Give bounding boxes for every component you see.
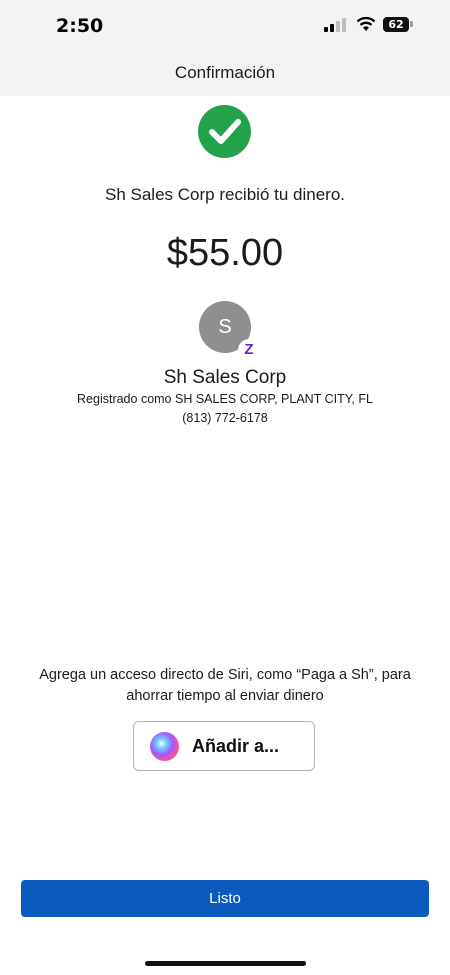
status-bar: 2:50 62: [0, 0, 450, 52]
add-to-siri-label: Añadir a...: [192, 736, 280, 756]
wifi-icon: [356, 16, 376, 31]
battery-icon: 62: [383, 17, 409, 32]
recipient-phone: (813) 772-6178: [182, 411, 268, 425]
battery-tip: [410, 21, 413, 27]
recipient-name: Sh Sales Corp: [163, 367, 287, 388]
checkmark-circle-icon: [198, 105, 251, 158]
recipient-registration: Registrado como SH SALES CORP, PLANT CIT…: [77, 392, 373, 406]
page-title: Confirmación: [174, 63, 276, 82]
siri-icon: [150, 732, 179, 761]
nav-header: Confirmación: [0, 52, 450, 96]
confirmation-message: Sh Sales Corp recibió tu dinero.: [104, 185, 346, 204]
payment-amount: $55.00: [166, 232, 284, 274]
add-to-siri-button[interactable]: Añadir a...: [133, 721, 315, 771]
home-indicator[interactable]: [145, 961, 306, 966]
cellular-signal-icon: [324, 18, 348, 32]
siri-shortcut-prompt: Agrega un acceso directo de Siri, como “…: [39, 667, 411, 704]
done-button[interactable]: Listo: [21, 880, 429, 917]
status-time: 2:50: [56, 15, 104, 37]
zelle-icon: Z: [238, 339, 260, 361]
